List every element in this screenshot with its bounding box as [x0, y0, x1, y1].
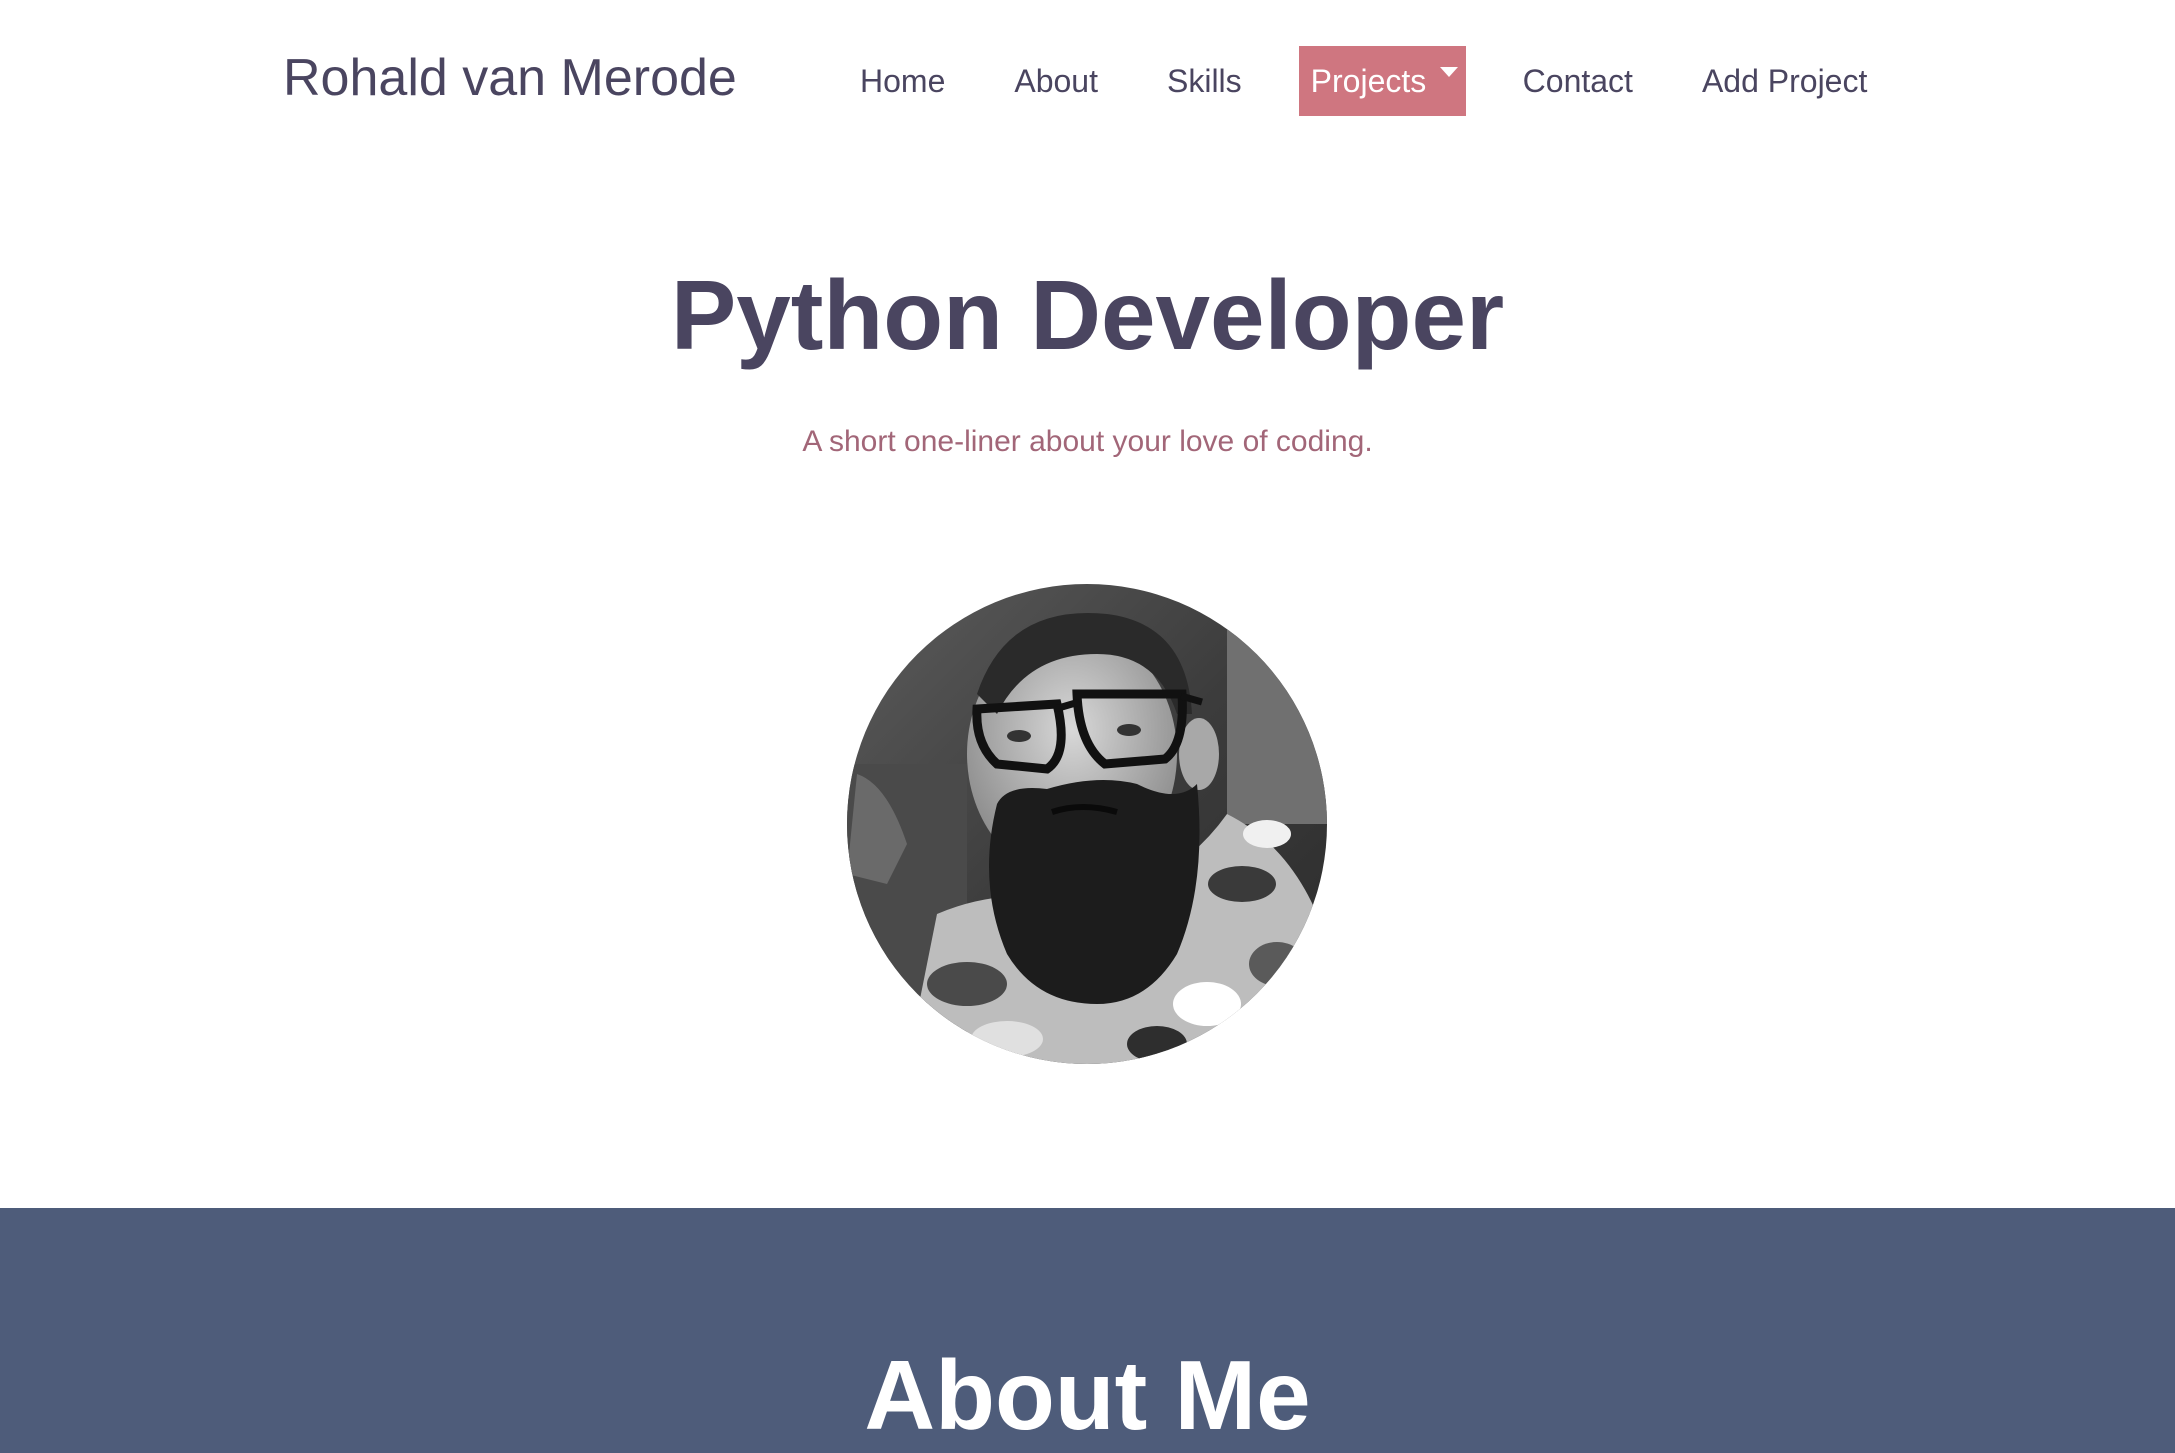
avatar — [847, 584, 1327, 1064]
about-title: About Me — [864, 1340, 1311, 1450]
hero-subtitle: A short one-liner about your love of cod… — [802, 425, 1373, 458]
nav-add-project-link[interactable]: Add Project — [1702, 46, 1867, 116]
page: Rohald van Merode Home About Skills Proj… — [0, 0, 2175, 1453]
brand-link[interactable]: Rohald van Merode — [283, 48, 737, 108]
nav-home-link[interactable]: Home — [860, 46, 945, 116]
nav-skills-link[interactable]: Skills — [1167, 46, 1242, 116]
hero-title: Python Developer — [670, 260, 1505, 370]
nav-contact-link[interactable]: Contact — [1523, 46, 1633, 116]
caret-down-icon — [1440, 67, 1459, 77]
navbar: Rohald van Merode Home About Skills Proj… — [0, 0, 2175, 160]
nav-about-link[interactable]: About — [1014, 46, 1098, 116]
avatar-photo — [847, 584, 1327, 1064]
about-section: About Me — [0, 1208, 2175, 1453]
nav-links: Home About Skills Projects Contact Add P… — [860, 46, 1867, 116]
nav-projects-dropdown[interactable]: Projects — [1298, 46, 1466, 116]
nav-projects-label: Projects — [1310, 62, 1427, 99]
